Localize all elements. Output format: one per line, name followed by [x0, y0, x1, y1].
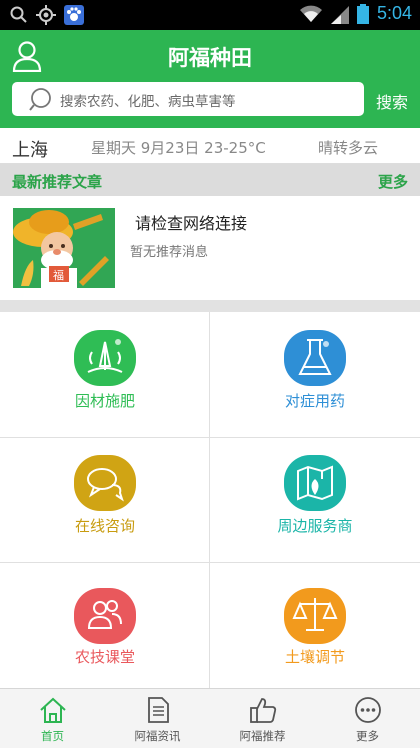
tab-home[interactable]: 首页 [0, 689, 105, 748]
search-placeholder: 搜索农药、化肥、病虫草害等 [60, 94, 236, 110]
search-input[interactable]: 搜索农药、化肥、病虫草害等 [12, 82, 364, 116]
search-icon [29, 88, 51, 111]
more-icon [355, 697, 381, 723]
status-bar: 5:04 [0, 0, 420, 30]
battery-icon [356, 3, 369, 24]
map-icon [284, 455, 346, 511]
grid-item-label: 周边服务商 [277, 517, 353, 535]
app-header: 阿福种田 搜索农药、化肥、病虫草害等 搜索 [0, 30, 420, 128]
grid-item-classroom[interactable]: 农技课堂 [0, 562, 210, 688]
grid-item-label: 因材施肥 [74, 392, 135, 410]
feature-grid: 因材施肥 对症用药 在线咨询 周边服务商 农技课堂 土壤调节 [0, 312, 420, 688]
farmer-mascot-image: 福 [13, 208, 115, 288]
signal-icon [330, 5, 349, 24]
article-item[interactable]: 福 请检查网络连接 暂无推荐消息 [0, 196, 420, 300]
search-button[interactable]: 搜索 [376, 89, 408, 113]
tab-label: 首页 [41, 729, 64, 743]
grid-item-label: 土壤调节 [284, 648, 345, 666]
grid-item-consult[interactable]: 在线咨询 [0, 437, 210, 562]
chat-icon [74, 455, 136, 511]
grid-item-label: 在线咨询 [74, 517, 135, 535]
home-icon [40, 697, 66, 723]
section-divider [0, 300, 420, 312]
grid-item-label: 对症用药 [284, 392, 345, 410]
grid-item-fertilizer[interactable]: 因材施肥 [0, 312, 210, 437]
scale-icon [284, 588, 346, 644]
more-link[interactable]: 更多 [378, 171, 408, 192]
mascot-badge-text: 福 [53, 268, 64, 282]
recommended-section-header: 最新推荐文章 更多 [0, 164, 420, 196]
baidu-app-icon [64, 5, 84, 25]
page-title: 阿福种田 [168, 46, 252, 70]
people-icon [74, 588, 136, 644]
wifi-icon [299, 5, 322, 22]
flask-icon [284, 330, 346, 386]
article-title: 请检查网络连接 [135, 214, 248, 233]
weather-bar: 上海 星期天 9月23日 23-25°C 晴转多云 [0, 128, 420, 164]
tab-news[interactable]: 阿福资讯 [105, 689, 210, 748]
news-icon [148, 697, 169, 723]
bottom-tab-bar: 首页 阿福资讯 阿福推荐 更多 [0, 688, 420, 748]
article-thumbnail: 福 [13, 208, 115, 288]
gps-icon [36, 5, 56, 25]
article-subtitle: 暂无推荐消息 [130, 245, 209, 260]
search-status-icon [10, 6, 27, 23]
clock: 5:04 [376, 3, 412, 23]
tab-label: 阿福推荐 [239, 729, 286, 743]
grid-item-medicine[interactable]: 对症用药 [210, 312, 420, 437]
grid-item-nearby[interactable]: 周边服务商 [210, 437, 420, 562]
fertilizer-icon [74, 330, 136, 386]
weather-city: 上海 [12, 140, 48, 161]
tab-more[interactable]: 更多 [315, 689, 420, 748]
section-title: 最新推荐文章 [12, 173, 103, 191]
weather-date: 星期天 9月23日 23-25°C [91, 139, 266, 157]
weather-condition: 晴转多云 [318, 139, 379, 157]
tab-recommend[interactable]: 阿福推荐 [210, 689, 315, 748]
tab-label: 更多 [356, 729, 379, 743]
grid-item-soil[interactable]: 土壤调节 [210, 562, 420, 688]
thumbs-up-icon [250, 698, 277, 723]
tab-label: 阿福资讯 [134, 729, 181, 743]
grid-item-label: 农技课堂 [74, 648, 135, 666]
